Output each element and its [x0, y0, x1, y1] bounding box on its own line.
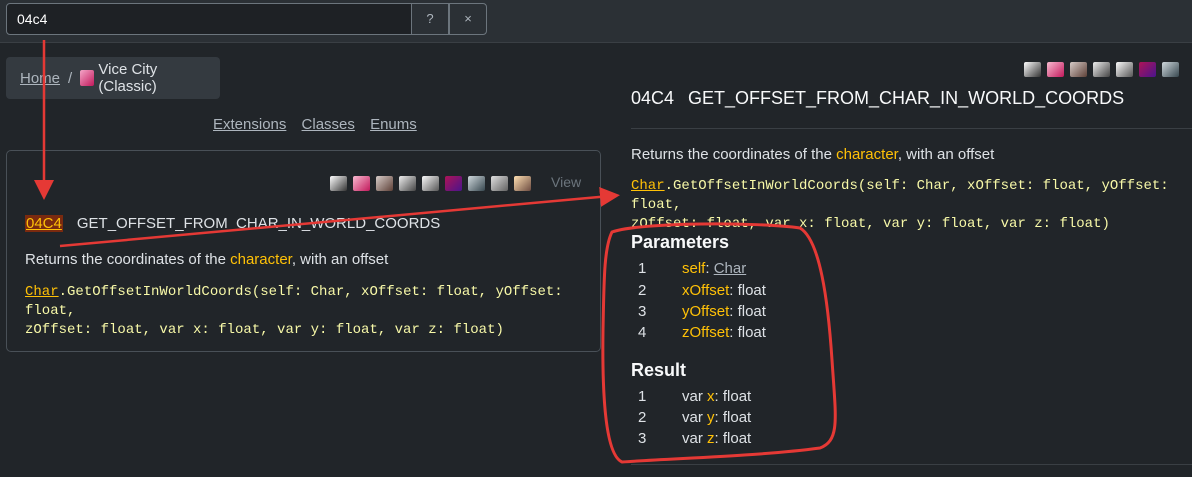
result-type: float: [722, 409, 752, 426]
param-name: xOffset: [682, 282, 730, 299]
param-type: float: [737, 324, 766, 341]
card-command-name: GET_OFFSET_FROM_CHAR_IN_WORLD_COORDS: [76, 215, 441, 232]
lcs-icon[interactable]: [399, 176, 416, 191]
detail-description: Returns the coordinates of the character…: [631, 146, 994, 163]
breadcrumb: Home / Vice City (Classic): [6, 57, 220, 99]
detail-code-signature: Char.GetOffsetInWorldCoords(self: Char, …: [631, 177, 1191, 234]
card-opcode-line: 04C4 GET_OFFSET_FROM_CHAR_IN_WORLD_COORDS: [25, 215, 440, 232]
detail-code-line1: .GetOffsetInWorldCoords(self: Char, xOff…: [631, 178, 1169, 213]
result-colon: :: [714, 409, 723, 426]
nav-link-enums[interactable]: Enums: [370, 116, 417, 133]
card-desc-character-link[interactable]: character: [230, 251, 292, 268]
result-card[interactable]: View 04C4 GET_OFFSET_FROM_CHAR_IN_WORLD_C…: [6, 150, 601, 352]
card-opcode-link[interactable]: 04C4: [25, 215, 63, 232]
detail-desc-character-link[interactable]: character: [836, 146, 898, 163]
detail-game-icons: [1024, 62, 1179, 77]
result-type: float: [722, 430, 752, 447]
card-code-line2: zOffset: float, var x: float, var y: flo…: [25, 322, 504, 338]
result-num: 1: [638, 388, 647, 405]
help-button[interactable]: ?: [411, 3, 449, 35]
nav-link-extensions[interactable]: Extensions: [213, 116, 286, 133]
card-desc-text: Returns the coordinates of the: [25, 251, 231, 268]
param-row: 3 yOffset: float: [638, 303, 766, 320]
card-desc-text-end: , with an offset: [291, 251, 389, 268]
vcs-icon[interactable]: [1116, 62, 1133, 77]
breadcrumb-home-link[interactable]: Home: [20, 70, 60, 87]
result-num: 2: [638, 409, 647, 426]
param-colon: :: [705, 260, 714, 277]
clear-search-button[interactable]: ×: [449, 3, 487, 35]
gta4-icon[interactable]: [1162, 62, 1179, 77]
sa-icon[interactable]: [376, 176, 393, 191]
param-type-link[interactable]: Char: [714, 260, 747, 277]
param-name: zOffset: [682, 324, 730, 341]
card-description: Returns the coordinates of the character…: [25, 251, 388, 268]
param-num: 2: [638, 282, 647, 299]
detail-command-name: GET_OFFSET_FROM_CHAR_IN_WORLD_COORDS: [688, 88, 1125, 108]
parameters-heading: Parameters: [631, 232, 730, 252]
result-prefix: var: [682, 430, 708, 447]
card-code-signature: Char.GetOffsetInWorldCoords(self: Char, …: [25, 283, 595, 340]
detail-bottom-divider: [631, 464, 1192, 465]
detail-title: 04C4 GET_OFFSET_FROM_CHAR_IN_WORLD_COORDS: [631, 88, 1124, 109]
param-num: 3: [638, 303, 647, 320]
result-num: 3: [638, 430, 647, 447]
detail-code-class-link[interactable]: Char: [631, 178, 665, 194]
detail-desc-text: Returns the coordinates of the: [631, 146, 837, 163]
view-link[interactable]: View: [551, 174, 581, 190]
param-row: 1 self: Char: [638, 260, 746, 277]
vc-icon[interactable]: [353, 176, 370, 191]
nav-links: Extensions Classes Enums: [213, 116, 428, 133]
param-type: float: [737, 282, 766, 299]
card-code-class-link[interactable]: Char: [25, 284, 59, 300]
param-type: float: [737, 303, 766, 320]
param-row: 4 zOffset: float: [638, 324, 766, 341]
unknown-icon[interactable]: [514, 176, 531, 191]
game-icons: [330, 176, 531, 191]
param-colon: :: [729, 303, 738, 320]
param-colon: :: [729, 282, 738, 299]
lcs-icon[interactable]: [1093, 62, 1110, 77]
card-code-line1: .GetOffsetInWorldCoords(self: Char, xOff…: [25, 284, 563, 319]
result-row: 3 var z: float: [638, 430, 751, 447]
breadcrumb-separator: /: [68, 69, 73, 87]
detail-opcode: 04C4: [631, 88, 675, 108]
vc-icon[interactable]: [1047, 62, 1064, 77]
gta3-icon[interactable]: [330, 176, 347, 191]
vice-city-icon: [80, 70, 95, 86]
result-name: y: [707, 409, 715, 426]
nav-link-classes[interactable]: Classes: [302, 116, 355, 133]
sa-mobile-icon[interactable]: [1139, 62, 1156, 77]
search-input[interactable]: 04c4: [6, 3, 412, 35]
result-row: 2 var y: float: [638, 409, 751, 426]
sa-mobile-icon[interactable]: [445, 176, 462, 191]
gta3-icon[interactable]: [1024, 62, 1041, 77]
result-colon: :: [714, 430, 723, 447]
result-row: 1 var x: float: [638, 388, 751, 405]
result-type: float: [722, 388, 752, 405]
breadcrumb-current-game: Vice City (Classic): [98, 61, 158, 95]
top-bar: 04c4 ? ×: [0, 0, 1192, 43]
result-prefix: var: [682, 409, 708, 426]
result-prefix: var: [682, 388, 708, 405]
gta4-icon[interactable]: [468, 176, 485, 191]
param-row: 2 xOffset: float: [638, 282, 766, 299]
result-name: x: [707, 388, 715, 405]
gta-iv-icon[interactable]: [491, 176, 508, 191]
param-num: 4: [638, 324, 647, 341]
result-colon: :: [714, 388, 723, 405]
param-name: yOffset: [682, 303, 730, 320]
param-num: 1: [638, 260, 647, 277]
detail-divider: [631, 128, 1192, 129]
result-heading: Result: [631, 360, 687, 380]
param-colon: :: [729, 324, 738, 341]
result-name: z: [707, 430, 715, 447]
param-name: self: [682, 260, 706, 277]
vcs-icon[interactable]: [422, 176, 439, 191]
sa-icon[interactable]: [1070, 62, 1087, 77]
detail-desc-text-end: , with an offset: [897, 146, 995, 163]
